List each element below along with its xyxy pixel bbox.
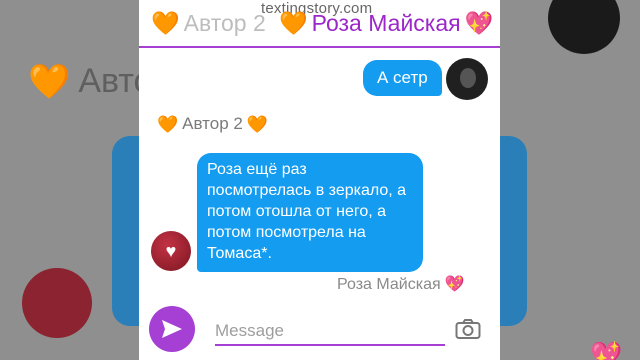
- header-author: 🧡 Автор 2: [151, 10, 266, 37]
- sender-name: Роза Майская: [337, 276, 441, 293]
- incoming-message-bubble[interactable]: Роза ещё раз посмотрелась в зеркало, а п…: [197, 153, 423, 272]
- bg-heart-avatar: [22, 268, 92, 338]
- chat-panel: textingstory.com 🧡 Автор 2 🧡 Роза Майска…: [139, 0, 500, 360]
- bg-dark-avatar: [548, 0, 620, 54]
- heart-icon: ♥: [165, 240, 177, 261]
- chat-header: textingstory.com 🧡 Автор 2 🧡 Роза Майска…: [139, 0, 500, 48]
- header-author-label: Автор 2: [183, 10, 266, 36]
- author-label: 🧡 Автор 2 🧡: [157, 114, 268, 134]
- author-label-text: Автор 2: [182, 114, 243, 133]
- contact-name: Роза Майская: [311, 10, 461, 36]
- camera-icon: [455, 319, 481, 339]
- sparkling-heart-icon: 💖: [464, 10, 494, 36]
- send-icon: [162, 320, 182, 338]
- sender-name-label: Роза Майская 💖: [337, 276, 465, 294]
- send-button[interactable]: [149, 306, 195, 352]
- avatar[interactable]: [446, 58, 488, 100]
- heart-avatar[interactable]: ♥: [151, 231, 191, 271]
- bg-sparkling-heart-icon: 💖: [590, 340, 623, 360]
- message-input[interactable]: [215, 318, 445, 346]
- orange-heart-icon: 🧡: [157, 114, 179, 134]
- outgoing-message-bubble[interactable]: А сетр: [363, 60, 442, 96]
- orange-heart-icon: 🧡: [246, 114, 269, 134]
- bg-orange-heart-icon: 🧡: [28, 62, 71, 101]
- orange-heart-icon: 🧡: [151, 10, 180, 36]
- orange-heart-icon: 🧡: [279, 10, 308, 36]
- camera-button[interactable]: [455, 318, 481, 340]
- header-contact[interactable]: 🧡 Роза Майская 💖: [279, 10, 493, 37]
- sparkling-heart-icon: 💖: [444, 276, 465, 293]
